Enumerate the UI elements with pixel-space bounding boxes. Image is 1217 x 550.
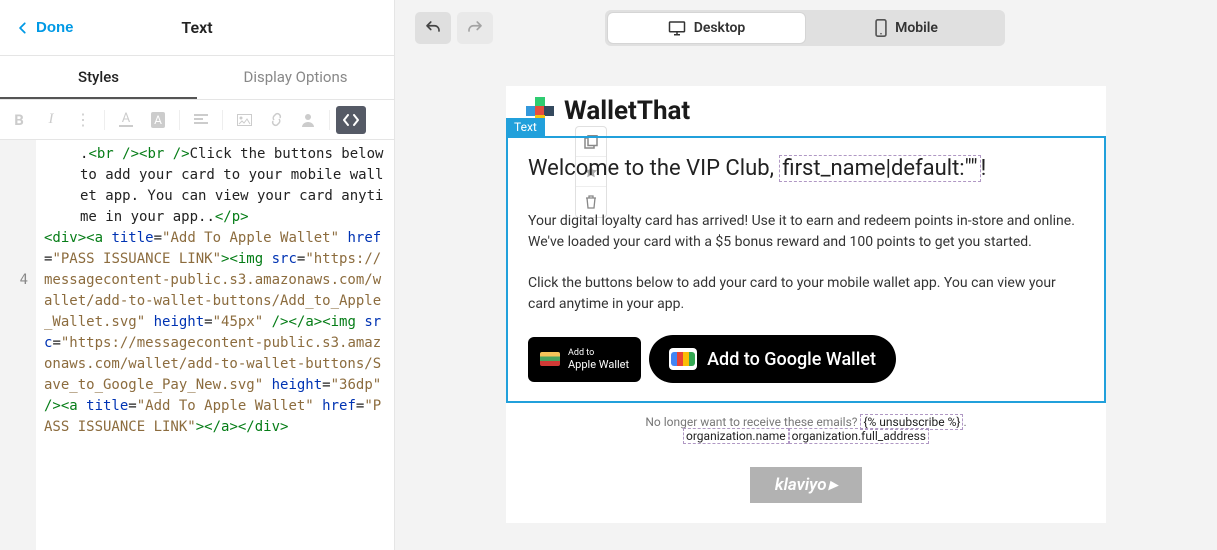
org-address-token[interactable]: organization.full_address <box>789 428 929 444</box>
preview-canvas: WalletThat Text Welcome to the VIP Club,… <box>395 56 1217 550</box>
link-icon[interactable] <box>261 106 291 134</box>
text-color-icon[interactable]: A <box>111 106 141 134</box>
google-wallet-button[interactable]: Add to Google Wallet <box>649 335 896 383</box>
preview-header: Desktop Mobile <box>395 0 1217 56</box>
wallet-buttons: Add toApple Wallet Add to Google Wallet <box>528 335 1084 383</box>
google-wallet-icon <box>669 348 697 370</box>
mobile-button[interactable]: Mobile <box>808 10 1005 46</box>
device-toggle: Desktop Mobile <box>605 10 1005 46</box>
bold-icon[interactable]: B <box>4 106 34 134</box>
tab-styles[interactable]: Styles <box>0 56 197 99</box>
editor-sidebar: Done Text Styles Display Options B I ⋮ A… <box>0 0 395 550</box>
align-icon[interactable] <box>186 106 216 134</box>
undo-button[interactable] <box>415 12 451 44</box>
arrow-left-icon <box>16 21 30 35</box>
redo-button[interactable] <box>457 12 493 44</box>
desktop-label: Desktop <box>694 20 746 36</box>
line-gutter: 4 <box>0 140 36 550</box>
apple-wallet-icon <box>540 352 560 366</box>
welcome-heading: Welcome to the VIP Club, first_name|defa… <box>528 156 1084 181</box>
footer-text: No longer want to receive these emails? … <box>506 403 1106 447</box>
separator <box>179 110 180 130</box>
text-block[interactable]: Text Welcome to the VIP Club, first_name… <box>506 136 1106 403</box>
separator <box>222 110 223 130</box>
image-icon[interactable] <box>229 106 259 134</box>
person-icon[interactable] <box>293 106 323 134</box>
email-preview: WalletThat Text Welcome to the VIP Club,… <box>506 86 1106 523</box>
body-paragraph-1: Your digital loyalty card has arrived! U… <box>528 211 1084 253</box>
desktop-icon <box>668 20 686 36</box>
code-content[interactable]: .<br /><br />Click the buttons below to … <box>36 140 394 550</box>
separator <box>104 110 105 130</box>
style-tabs: Styles Display Options <box>0 56 394 100</box>
apple-wallet-button[interactable]: Add toApple Wallet <box>528 337 641 382</box>
mobile-label: Mobile <box>895 20 938 36</box>
desktop-button[interactable]: Desktop <box>607 12 806 44</box>
code-editor[interactable]: 4 .<br /><br />Click the buttons below t… <box>0 140 394 550</box>
body-paragraph-2: Click the buttons below to add your card… <box>528 273 1084 315</box>
done-button[interactable]: Done <box>16 19 74 36</box>
format-toolbar: B I ⋮ A A <box>0 100 394 140</box>
klaviyo-badge[interactable]: klaviyo▸ <box>750 467 862 503</box>
text-block-inner: Welcome to the VIP Club, first_name|defa… <box>508 138 1104 401</box>
italic-icon[interactable]: I <box>36 106 66 134</box>
brand-name: WalletThat <box>564 96 690 126</box>
preview-panel: Desktop Mobile WalletT <box>395 0 1217 550</box>
mobile-icon <box>875 19 887 37</box>
code-icon[interactable] <box>336 106 366 134</box>
sidebar-header: Done Text <box>0 0 394 56</box>
more-icon[interactable]: ⋮ <box>68 106 98 134</box>
done-label: Done <box>36 19 74 36</box>
separator <box>329 110 330 130</box>
firstname-token[interactable]: first_name|default:"" <box>779 155 980 182</box>
tab-display-options[interactable]: Display Options <box>197 56 394 99</box>
org-name-token[interactable]: organization.name <box>683 428 789 444</box>
history-buttons <box>415 12 493 44</box>
text-block-label: Text <box>506 118 545 136</box>
bg-color-icon[interactable]: A <box>143 106 173 134</box>
